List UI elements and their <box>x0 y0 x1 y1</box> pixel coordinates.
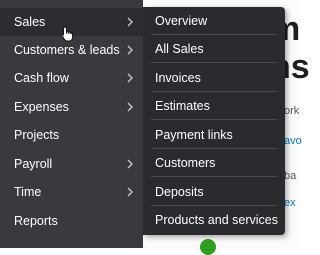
nav-item-cash-flow[interactable]: Cash flow <box>0 64 143 92</box>
submenu-item-deposits[interactable]: Deposits <box>143 178 285 206</box>
submenu-item-overview[interactable]: Overview <box>143 7 285 35</box>
hand-cursor-icon <box>60 26 74 42</box>
nav-item-label: Time <box>14 185 42 199</box>
page-text-fragment-2: ba <box>284 170 297 182</box>
submenu-item-label: Estimates <box>155 99 210 113</box>
submenu-item-label: All Sales <box>155 42 204 56</box>
submenu-item-label: Products and services <box>155 213 278 227</box>
submenu-item-customers[interactable]: Customers <box>143 149 285 177</box>
nav-item-label: Sales <box>14 15 46 29</box>
submenu-item-invoices[interactable]: Invoices <box>143 64 285 92</box>
nav-item-label: Projects <box>14 128 60 142</box>
nav-item-payroll[interactable]: Payroll <box>0 150 143 178</box>
submenu-item-label: Overview <box>155 14 208 28</box>
page-link-fragment-2[interactable]: ex <box>284 198 296 209</box>
chevron-right-icon <box>125 159 135 169</box>
divider <box>151 119 277 120</box>
nav-item-reports[interactable]: Reports <box>0 207 143 235</box>
nav-item-label: Payroll <box>14 157 53 171</box>
nav-item-label: Expenses <box>14 100 69 114</box>
submenu-item-label: Customers <box>155 156 216 170</box>
nav-item-label: Cash flow <box>14 71 69 85</box>
chevron-right-icon <box>125 102 135 112</box>
submenu-item-estimates[interactable]: Estimates <box>143 92 285 120</box>
nav-item-projects[interactable]: Projects <box>0 121 143 149</box>
nav-item-label: Customers & leads <box>14 43 120 57</box>
submenu-item-label: Payment links <box>155 128 233 142</box>
nav-item-label: Reports <box>14 214 58 228</box>
submenu-item-all-sales[interactable]: All Sales <box>143 35 285 63</box>
submenu-item-label: Invoices <box>155 71 201 85</box>
divider <box>151 176 277 177</box>
submenu-item-products-services[interactable]: Products and services <box>143 206 285 234</box>
chevron-right-icon <box>125 73 135 83</box>
divider <box>151 62 277 63</box>
page-link-fragment-1[interactable]: avo <box>284 136 302 147</box>
sales-submenu: Overview All Sales Invoices Estimates Pa… <box>143 7 285 235</box>
submenu-item-label: Deposits <box>155 185 204 199</box>
chevron-right-icon <box>125 17 135 27</box>
page-text-fragment-1: ork <box>284 105 300 117</box>
nav-item-time[interactable]: Time <box>0 178 143 206</box>
nav-item-expenses[interactable]: Expenses <box>0 93 143 121</box>
submenu-item-payment-links[interactable]: Payment links <box>143 121 285 149</box>
chevron-right-icon <box>125 187 135 197</box>
chevron-right-icon <box>125 45 135 55</box>
green-badge-icon <box>200 239 216 255</box>
